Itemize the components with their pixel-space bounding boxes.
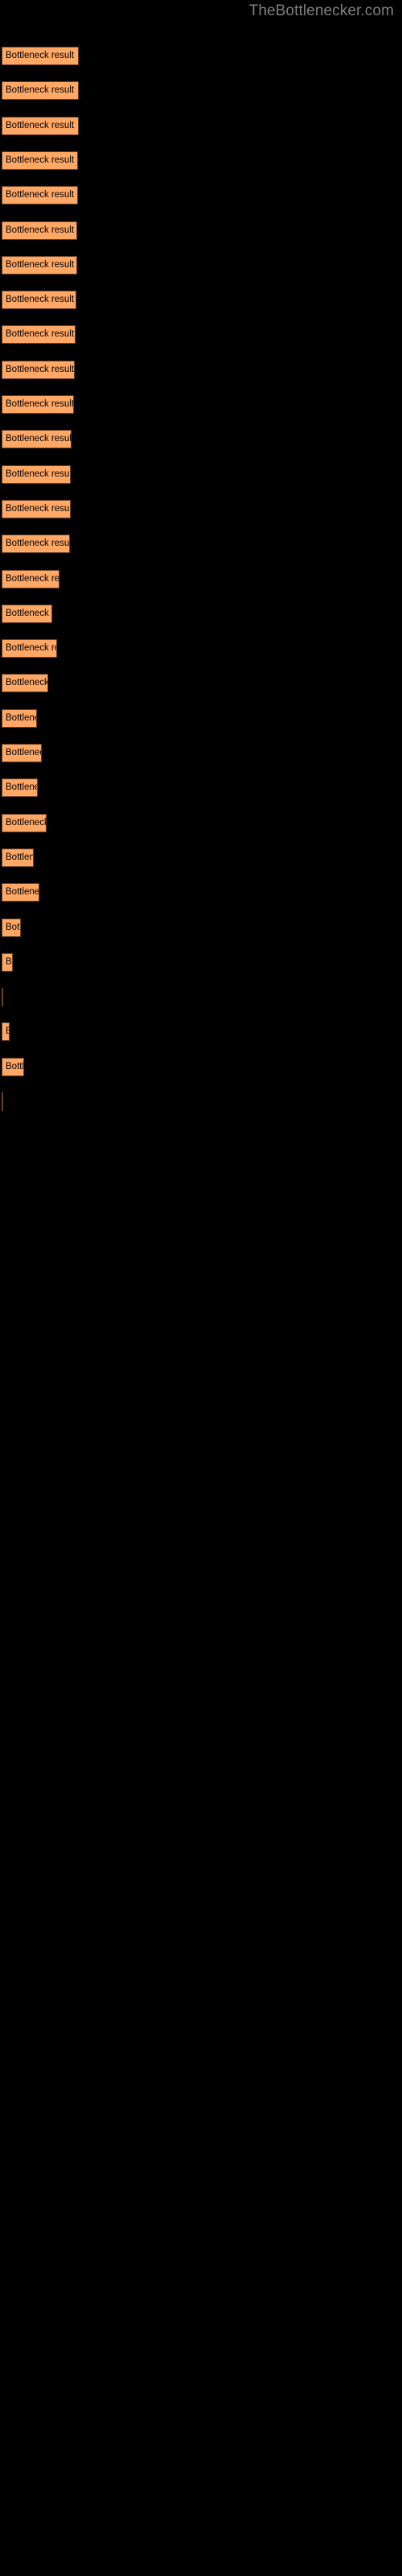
bar-label: Bottleneck result xyxy=(6,469,71,479)
bar-row: Bottleneck result xyxy=(0,325,402,345)
bar-label: Bottleneck result xyxy=(6,643,56,654)
bar-label: Bottleneck result xyxy=(2,1093,3,1110)
bar-label: Bottleneck result xyxy=(6,748,41,758)
bar-row: Bottleneck result xyxy=(0,604,402,623)
bar[interactable]: Bottleneck result xyxy=(2,848,34,867)
bar[interactable]: Bottleneck result xyxy=(2,569,59,588)
bar[interactable]: Bottleneck result xyxy=(2,360,75,379)
bar-label: Bottleneck result xyxy=(6,155,75,165)
bar-label: Bottleneck result xyxy=(6,573,59,584)
bar-label: Bottleneck result xyxy=(6,295,75,305)
bar[interactable]: Bottleneck result xyxy=(2,535,70,554)
bar-label: Bottleneck result xyxy=(6,922,20,932)
bar[interactable]: Bottleneck result xyxy=(2,186,78,205)
bar-label: Bottleneck result xyxy=(6,225,75,235)
bar-row: Bottleneck result xyxy=(0,569,402,588)
bar[interactable]: Bottleneck result xyxy=(2,813,47,832)
bar-label: Bottleneck result xyxy=(6,120,75,130)
bar-label: Bottleneck result xyxy=(6,399,74,409)
bar-row: Bottleneck result xyxy=(0,151,402,170)
bar-row: Bottleneck result xyxy=(0,674,402,693)
bar[interactable]: Bottleneck result xyxy=(2,639,57,658)
bar-row: Bottleneck result xyxy=(0,744,402,762)
bar[interactable]: Bottleneck result xyxy=(2,221,77,240)
bar[interactable]: Bottleneck result xyxy=(2,744,42,762)
bar[interactable]: Bottleneck result xyxy=(2,395,74,414)
bar-label: Bottleneck result xyxy=(6,887,39,898)
bar[interactable]: Bottleneck result xyxy=(2,1092,3,1111)
bar-label: Bottleneck result xyxy=(6,712,36,723)
bar[interactable]: Bottleneck result xyxy=(2,116,79,135)
bar-label: Bottleneck result xyxy=(6,503,71,514)
bar-row: Bottleneck result xyxy=(0,988,402,1007)
bar[interactable]: Bottleneck result xyxy=(2,883,39,902)
bar-row: Bottleneck result xyxy=(0,255,402,275)
bar-row: Bottleneck result xyxy=(0,81,402,101)
bar-label: Bottleneck result xyxy=(6,817,47,828)
bar-label: Bottleneck result xyxy=(6,608,51,618)
bar-label: Bottleneck result xyxy=(2,989,3,1005)
bar-row: Bottleneck result xyxy=(0,116,402,135)
bar[interactable]: Bottleneck result xyxy=(2,604,52,623)
bar-label: Bottleneck result xyxy=(6,782,37,793)
bar-row: Bottleneck result xyxy=(0,708,402,728)
bar-row: Bottleneck result xyxy=(0,918,402,937)
bar[interactable]: Bottleneck result xyxy=(2,988,3,1007)
bar[interactable]: Bottleneck result xyxy=(2,952,13,972)
bar-label: Bottleneck result xyxy=(6,1061,24,1071)
bar[interactable]: Bottleneck result xyxy=(2,151,78,170)
bar-label: Bottleneck result xyxy=(6,852,34,862)
bar-row: Bottleneck result xyxy=(0,778,402,798)
bar-label: Bottleneck result xyxy=(6,678,48,688)
bar-label: Bottleneck result xyxy=(6,259,75,270)
bar-label: Bottleneck result xyxy=(6,434,72,444)
bar-row: Bottleneck result xyxy=(0,813,402,832)
bar-row: Bottleneck result xyxy=(0,848,402,867)
bar-row: Bottleneck result xyxy=(0,1057,402,1076)
bar[interactable]: Bottleneck result xyxy=(2,430,72,449)
bar-row: Bottleneck result xyxy=(0,395,402,414)
bar[interactable]: Bottleneck result xyxy=(2,1022,10,1042)
bar-label: Bottleneck result xyxy=(6,51,75,60)
bar-label: Bottleneck result xyxy=(6,364,75,374)
bar-row: Bottleneck result xyxy=(0,883,402,902)
bar-row: Bottleneck result xyxy=(0,499,402,518)
bar-row: Bottleneck result xyxy=(0,639,402,658)
bar[interactable]: Bottleneck result xyxy=(2,918,21,937)
bar-label: Bottleneck result xyxy=(6,956,12,967)
bar-label: Bottleneck result xyxy=(6,539,70,549)
bar-row: Bottleneck result xyxy=(0,47,402,65)
bar[interactable]: Bottleneck result xyxy=(2,464,71,484)
bar[interactable]: Bottleneck result xyxy=(2,674,48,693)
bar-row: Bottleneck result xyxy=(0,186,402,205)
bar[interactable]: Bottleneck result xyxy=(2,499,71,518)
bar-row: Bottleneck result xyxy=(0,464,402,484)
bar[interactable]: Bottleneck result xyxy=(2,325,76,345)
bar-row: Bottleneck result xyxy=(0,952,402,972)
bar[interactable]: Bottleneck result xyxy=(2,291,76,310)
bar-row: Bottleneck result xyxy=(0,1092,402,1111)
bar-label: Bottleneck result xyxy=(6,329,75,340)
bar-row: Bottleneck result xyxy=(0,291,402,310)
bar[interactable]: Bottleneck result xyxy=(2,47,79,65)
bar[interactable]: Bottleneck result xyxy=(2,81,79,101)
bottleneck-bar-chart: Bottleneck result Bottleneck result Bottle… xyxy=(0,0,402,2576)
bar[interactable]: Bottleneck result xyxy=(2,1057,24,1076)
bar-row: Bottleneck result xyxy=(0,360,402,379)
bar-label: Bottleneck result xyxy=(2,1023,9,1040)
bar-label: Bottleneck result xyxy=(6,85,75,96)
bar[interactable]: Bottleneck result xyxy=(2,255,77,275)
bar-row: Bottleneck result xyxy=(0,1022,402,1042)
bar[interactable]: Bottleneck result xyxy=(2,708,37,728)
bar[interactable]: Bottleneck result xyxy=(2,778,38,798)
bar-row: Bottleneck result xyxy=(0,430,402,449)
bar-label: Bottleneck result xyxy=(6,190,75,200)
bar-row: Bottleneck result xyxy=(0,535,402,554)
bar-row: Bottleneck result xyxy=(0,221,402,240)
